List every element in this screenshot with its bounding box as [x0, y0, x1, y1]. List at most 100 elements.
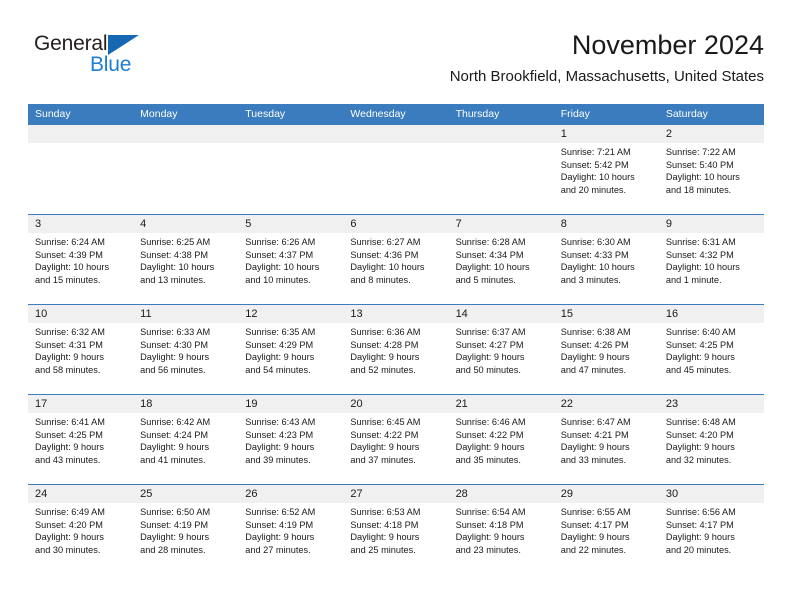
- sunset-text: Sunset: 4:18 PM: [350, 519, 419, 530]
- sunset-text: Sunset: 4:25 PM: [665, 339, 734, 350]
- daylight-text-line1: Daylight: 9 hours: [140, 442, 210, 453]
- sunrise-text: Sunrise: 6:52 AM: [245, 507, 316, 517]
- day-cell[interactable]: [448, 125, 554, 214]
- day-cell[interactable]: [238, 125, 344, 214]
- day-cell[interactable]: 8 Sunrise: 6:30 AM Sunset: 4:33 PM Dayli…: [553, 215, 659, 304]
- day-cell[interactable]: 22 Sunrise: 6:47 AM Sunset: 4:21 PM Dayl…: [553, 395, 659, 484]
- page-title: November 2024: [571, 30, 764, 60]
- day-cell[interactable]: 26 Sunrise: 6:52 AM Sunset: 4:19 PM Dayl…: [238, 485, 344, 574]
- day-cell[interactable]: 29 Sunrise: 6:55 AM Sunset: 4:17 PM Dayl…: [553, 485, 659, 574]
- sunset-text: Sunset: 4:34 PM: [455, 249, 524, 260]
- sunrise-text: Sunrise: 6:35 AM: [245, 327, 316, 337]
- daylight-text-line1: Daylight: 9 hours: [665, 532, 735, 543]
- daylight-text-line2: and 45 minutes.: [665, 364, 732, 375]
- day-cell[interactable]: 21 Sunrise: 6:46 AM Sunset: 4:22 PM Dayl…: [448, 395, 554, 484]
- sunrise-text: Sunrise: 6:50 AM: [140, 507, 211, 517]
- daylight-text-line1: Daylight: 9 hours: [350, 442, 420, 453]
- day-cell[interactable]: 10 Sunrise: 6:32 AM Sunset: 4:31 PM Dayl…: [28, 305, 134, 394]
- calendar-grid: Sunday Monday Tuesday Wednesday Thursday…: [28, 104, 764, 574]
- daylight-text-line2: and 37 minutes.: [350, 454, 416, 465]
- daylight-text-line1: Daylight: 10 hours: [245, 262, 320, 273]
- sunset-text: Sunset: 5:40 PM: [665, 159, 734, 170]
- daylight-text-line2: and 56 minutes.: [140, 364, 206, 375]
- daylight-text-line1: Daylight: 9 hours: [455, 352, 525, 363]
- sunset-text: Sunset: 4:22 PM: [455, 429, 524, 440]
- day-number: 7: [448, 215, 554, 233]
- daylight-text-line1: Daylight: 9 hours: [455, 532, 525, 543]
- sunset-text: Sunset: 4:21 PM: [560, 429, 629, 440]
- daylight-text-line1: Daylight: 10 hours: [140, 262, 215, 273]
- sunset-text: Sunset: 4:17 PM: [665, 519, 734, 530]
- day-cell[interactable]: 9 Sunrise: 6:31 AM Sunset: 4:32 PM Dayli…: [658, 215, 764, 304]
- day-details: Sunrise: 7:22 AM Sunset: 5:40 PM Dayligh…: [659, 143, 764, 196]
- sunset-text: Sunset: 4:38 PM: [140, 249, 209, 260]
- daylight-text-line1: Daylight: 9 hours: [350, 532, 420, 543]
- day-cell[interactable]: 19 Sunrise: 6:43 AM Sunset: 4:23 PM Dayl…: [238, 395, 344, 484]
- daylight-text-line1: Daylight: 10 hours: [665, 262, 740, 273]
- day-number: 29: [553, 485, 659, 503]
- day-cell[interactable]: 5 Sunrise: 6:26 AM Sunset: 4:37 PM Dayli…: [238, 215, 344, 304]
- day-cell[interactable]: 11 Sunrise: 6:33 AM Sunset: 4:30 PM Dayl…: [133, 305, 239, 394]
- day-cell[interactable]: 25 Sunrise: 6:50 AM Sunset: 4:19 PM Dayl…: [133, 485, 239, 574]
- day-number: 20: [343, 395, 449, 413]
- daylight-text-line1: Daylight: 10 hours: [350, 262, 425, 273]
- daylight-text-line2: and 20 minutes.: [665, 544, 732, 555]
- day-cell[interactable]: 16 Sunrise: 6:40 AM Sunset: 4:25 PM Dayl…: [658, 305, 764, 394]
- day-cell[interactable]: 24 Sunrise: 6:49 AM Sunset: 4:20 PM Dayl…: [28, 485, 134, 574]
- day-cell[interactable]: 14 Sunrise: 6:37 AM Sunset: 4:27 PM Dayl…: [448, 305, 554, 394]
- week-row: 10 Sunrise: 6:32 AM Sunset: 4:31 PM Dayl…: [28, 304, 764, 394]
- sunrise-text: Sunrise: 7:21 AM: [560, 147, 631, 157]
- day-number: 9: [658, 215, 764, 233]
- day-cell[interactable]: 7 Sunrise: 6:28 AM Sunset: 4:34 PM Dayli…: [448, 215, 554, 304]
- day-cell[interactable]: 18 Sunrise: 6:42 AM Sunset: 4:24 PM Dayl…: [133, 395, 239, 484]
- day-cell[interactable]: [133, 125, 239, 214]
- day-number: [448, 125, 554, 143]
- day-cell[interactable]: 2 Sunrise: 7:22 AM Sunset: 5:40 PM Dayli…: [658, 125, 764, 214]
- day-details: Sunrise: 6:55 AM Sunset: 4:17 PM Dayligh…: [554, 503, 659, 556]
- day-cell[interactable]: 3 Sunrise: 6:24 AM Sunset: 4:39 PM Dayli…: [28, 215, 134, 304]
- day-cell[interactable]: 23 Sunrise: 6:48 AM Sunset: 4:20 PM Dayl…: [658, 395, 764, 484]
- day-cell[interactable]: 6 Sunrise: 6:27 AM Sunset: 4:36 PM Dayli…: [343, 215, 449, 304]
- daylight-text-line1: Daylight: 9 hours: [560, 352, 630, 363]
- day-details: Sunrise: 6:53 AM Sunset: 4:18 PM Dayligh…: [343, 503, 448, 556]
- daylight-text-line2: and 3 minutes.: [560, 274, 621, 285]
- sunrise-text: Sunrise: 6:42 AM: [140, 417, 211, 427]
- day-details: Sunrise: 6:30 AM Sunset: 4:33 PM Dayligh…: [554, 233, 659, 286]
- title-block: November 2024 North Brookfield, Massachu…: [450, 28, 764, 88]
- day-cell[interactable]: 15 Sunrise: 6:38 AM Sunset: 4:26 PM Dayl…: [553, 305, 659, 394]
- day-details: Sunrise: 6:26 AM Sunset: 4:37 PM Dayligh…: [238, 233, 343, 286]
- sunset-text: Sunset: 4:23 PM: [245, 429, 314, 440]
- sunrise-text: Sunrise: 6:27 AM: [350, 237, 421, 247]
- daylight-text-line1: Daylight: 9 hours: [245, 532, 315, 543]
- daylight-text-line2: and 1 minute.: [665, 274, 722, 285]
- day-cell[interactable]: 28 Sunrise: 6:54 AM Sunset: 4:18 PM Dayl…: [448, 485, 554, 574]
- daylight-text-line2: and 39 minutes.: [245, 454, 311, 465]
- daylight-text-line1: Daylight: 9 hours: [35, 352, 104, 363]
- day-cell[interactable]: 30 Sunrise: 6:56 AM Sunset: 4:17 PM Dayl…: [658, 485, 764, 574]
- day-cell[interactable]: 1 Sunrise: 7:21 AM Sunset: 5:42 PM Dayli…: [553, 125, 659, 214]
- day-cell[interactable]: 4 Sunrise: 6:25 AM Sunset: 4:38 PM Dayli…: [133, 215, 239, 304]
- day-details: Sunrise: 6:46 AM Sunset: 4:22 PM Dayligh…: [449, 413, 554, 466]
- day-cell[interactable]: 20 Sunrise: 6:45 AM Sunset: 4:22 PM Dayl…: [343, 395, 449, 484]
- day-cell[interactable]: 27 Sunrise: 6:53 AM Sunset: 4:18 PM Dayl…: [343, 485, 449, 574]
- day-number: 30: [658, 485, 764, 503]
- sunrise-text: Sunrise: 6:24 AM: [35, 237, 105, 247]
- daylight-text-line2: and 13 minutes.: [140, 274, 206, 285]
- daylight-text-line1: Daylight: 9 hours: [665, 442, 735, 453]
- sunset-text: Sunset: 5:42 PM: [560, 159, 629, 170]
- generalblue-logo[interactable]: General Blue: [28, 32, 228, 88]
- day-number: 6: [343, 215, 449, 233]
- day-cell[interactable]: [343, 125, 449, 214]
- day-number: [343, 125, 449, 143]
- sunrise-text: Sunrise: 6:31 AM: [665, 237, 736, 247]
- daylight-text-line2: and 30 minutes.: [35, 544, 101, 555]
- day-cell[interactable]: 17 Sunrise: 6:41 AM Sunset: 4:25 PM Dayl…: [28, 395, 134, 484]
- day-number: [238, 125, 344, 143]
- day-cell[interactable]: 12 Sunrise: 6:35 AM Sunset: 4:29 PM Dayl…: [238, 305, 344, 394]
- day-cell[interactable]: 13 Sunrise: 6:36 AM Sunset: 4:28 PM Dayl…: [343, 305, 449, 394]
- day-number: 15: [553, 305, 659, 323]
- sunset-text: Sunset: 4:20 PM: [665, 429, 734, 440]
- sunrise-text: Sunrise: 6:47 AM: [560, 417, 631, 427]
- day-number: 26: [238, 485, 344, 503]
- day-cell[interactable]: [28, 125, 134, 214]
